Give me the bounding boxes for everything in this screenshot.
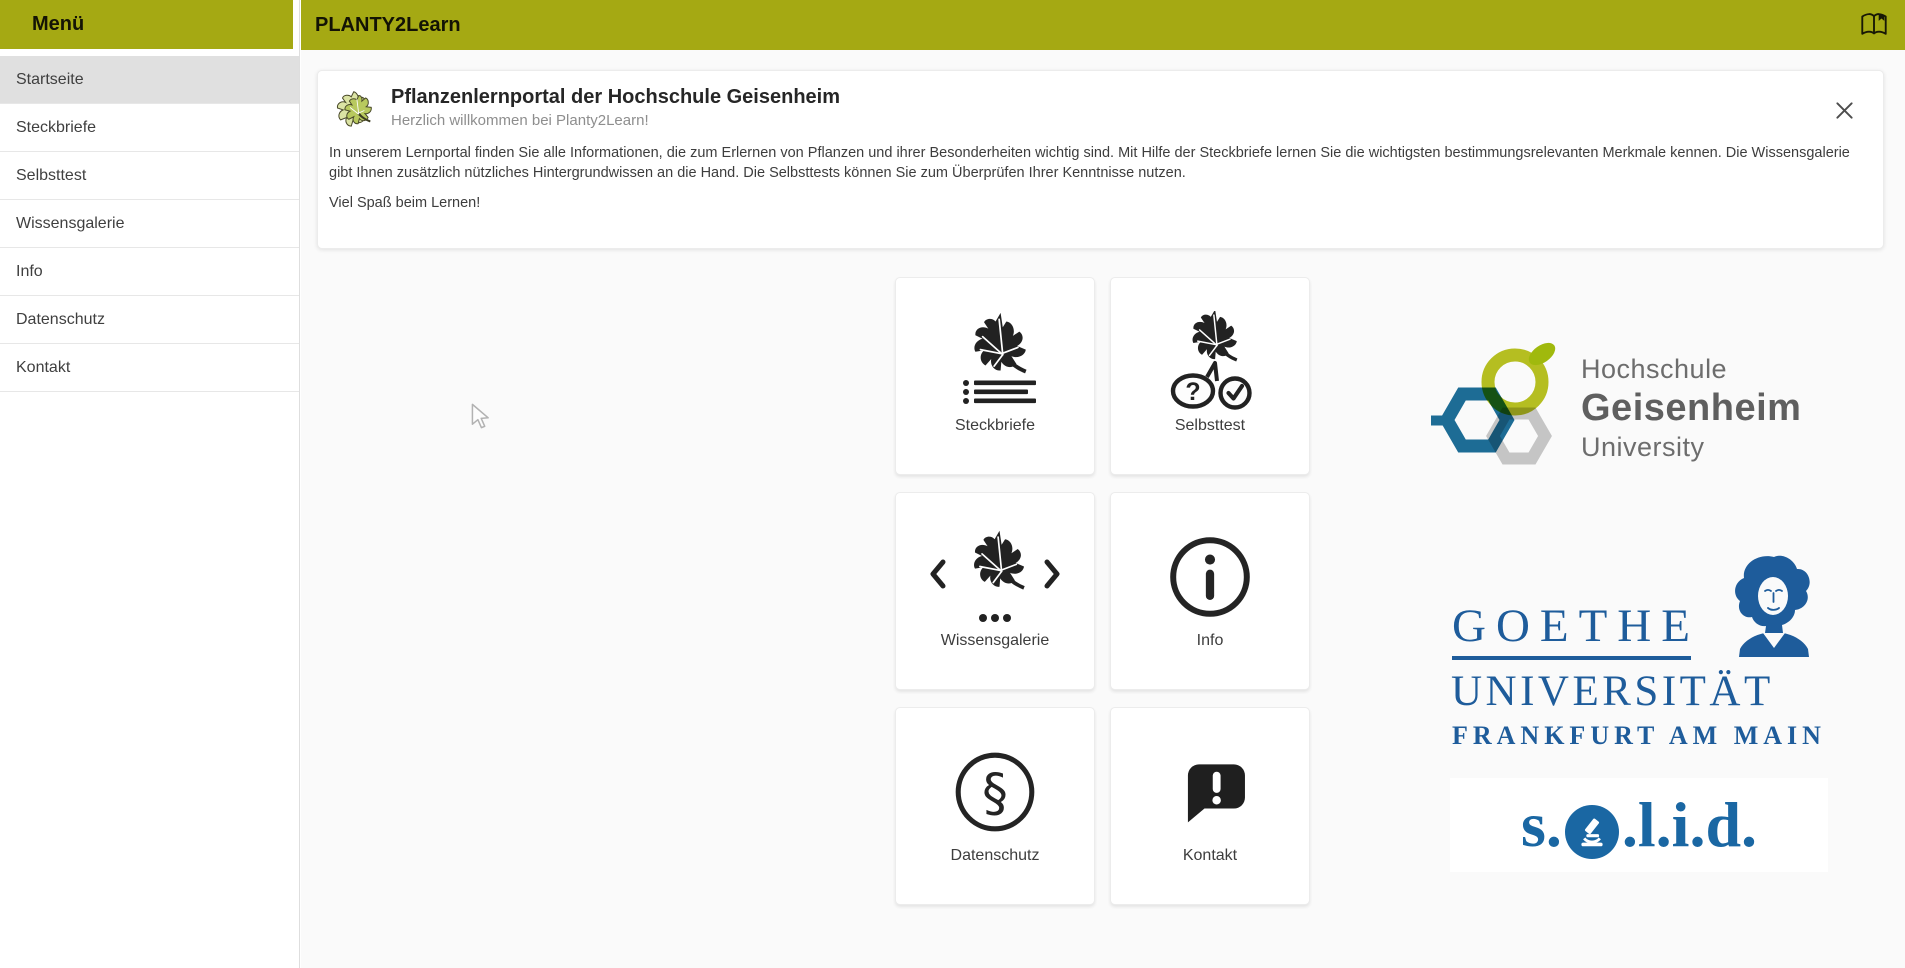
paragraph-circle-icon: § xyxy=(949,744,1041,840)
sidebar-item-label: Steckbriefe xyxy=(16,119,96,137)
sidebar-item-selbsttest[interactable]: Selbsttest xyxy=(0,152,299,200)
geisenheim-logo-line3: University xyxy=(1581,431,1801,464)
sidebar-item-startseite[interactable]: Startseite xyxy=(0,56,299,104)
solid-logo-suffix: .l.i.d. xyxy=(1622,788,1757,862)
goethe-logo-line1: GOETHE xyxy=(1452,599,1700,653)
close-icon[interactable] xyxy=(1831,97,1857,123)
tile-kontakt[interactable]: Kontakt xyxy=(1110,707,1310,905)
info-circle-icon xyxy=(1164,529,1256,625)
geisenheim-logo-line2: Geisenheim xyxy=(1581,386,1801,431)
hochschule-geisenheim-logo: Hochschule Geisenheim University xyxy=(1431,338,1801,478)
svg-text:§: § xyxy=(982,763,1008,823)
sidebar-item-label: Selbsttest xyxy=(16,167,86,185)
leaf-list-icon xyxy=(943,314,1047,410)
sidebar-item-label: Datenschutz xyxy=(16,311,105,329)
tile-grid: Steckbriefe ? Selbsttest xyxy=(895,277,1310,905)
sidebar-item-label: Kontakt xyxy=(16,359,70,377)
sidebar-item-wissensgalerie[interactable]: Wissensgalerie xyxy=(0,200,299,248)
sidebar-item-kontakt[interactable]: Kontakt xyxy=(0,344,299,392)
solid-logo-prefix: s. xyxy=(1521,788,1562,862)
tile-steckbriefe[interactable]: Steckbriefe xyxy=(895,277,1095,475)
menu-header-label: Menü xyxy=(32,13,84,36)
sidebar: Menü Startseite Steckbriefe Selbsttest W… xyxy=(0,0,300,968)
goethe-portrait-icon xyxy=(1728,555,1820,657)
goethe-logo-line3: FRANKFURT AM MAIN xyxy=(1452,721,1826,751)
tile-info[interactable]: Info xyxy=(1110,492,1310,690)
goethe-logo-rule xyxy=(1452,656,1691,660)
welcome-card-header: Pflanzenlernportal der Hochschule Geisen… xyxy=(318,71,1883,130)
sidebar-item-info[interactable]: Info xyxy=(0,248,299,296)
app-bar: PLANTY2Learn xyxy=(301,0,1905,50)
tile-selbsttest[interactable]: ? Selbsttest xyxy=(1110,277,1310,475)
leaf-carousel-icon xyxy=(929,529,1061,625)
sidebar-menu-header: Menü xyxy=(0,0,293,49)
geisenheim-logo-line1: Hochschule xyxy=(1581,353,1801,386)
sidebar-item-datenschutz[interactable]: Datenschutz xyxy=(0,296,299,344)
welcome-subtitle: Herzlich willkommen bei Planty2Learn! xyxy=(391,112,840,129)
leaf-question-check-icon: ? xyxy=(1155,314,1265,410)
sidebar-item-steckbriefe[interactable]: Steckbriefe xyxy=(0,104,299,152)
tile-label: Info xyxy=(1197,632,1224,650)
speech-bubble-exclamation-icon xyxy=(1164,744,1256,840)
svg-text:?: ? xyxy=(1185,378,1200,406)
geisenheim-logo-mark xyxy=(1431,338,1565,478)
app-title: PLANTY2Learn xyxy=(315,14,461,37)
welcome-card: Pflanzenlernportal der Hochschule Geisen… xyxy=(317,70,1884,249)
tile-label: Kontakt xyxy=(1183,847,1237,865)
main-content: Pflanzenlernportal der Hochschule Geisen… xyxy=(301,50,1905,968)
welcome-title: Pflanzenlernportal der Hochschule Geisen… xyxy=(391,85,840,109)
tile-wissensgalerie[interactable]: Wissensgalerie xyxy=(895,492,1095,690)
solid-logo: s. .l.i.d. xyxy=(1450,778,1828,872)
sidebar-item-label: Wissensgalerie xyxy=(16,215,124,233)
sidebar-menu-list: Startseite Steckbriefe Selbsttest Wissen… xyxy=(0,49,299,392)
tile-datenschutz[interactable]: § Datenschutz xyxy=(895,707,1095,905)
goethe-logo-line2: UNIVERSITÄT xyxy=(1451,667,1774,716)
planty2learn-app: Menü Startseite Steckbriefe Selbsttest W… xyxy=(0,0,1905,968)
tile-label: Wissensgalerie xyxy=(941,632,1049,650)
tile-label: Selbsttest xyxy=(1175,417,1245,435)
tile-label: Steckbriefe xyxy=(955,417,1035,435)
sidebar-item-label: Info xyxy=(16,263,43,281)
mouse-cursor xyxy=(470,403,494,429)
welcome-body-text: In unserem Lernportal finden Sie alle In… xyxy=(318,130,1883,183)
welcome-closing-text: Viel Spaß beim Lernen! xyxy=(318,183,1883,211)
green-leaf-icon xyxy=(335,86,375,130)
tile-label: Datenschutz xyxy=(951,847,1040,865)
glossary-book-icon[interactable] xyxy=(1857,8,1891,42)
sidebar-item-label: Startseite xyxy=(16,71,84,89)
microscope-icon xyxy=(1565,805,1619,859)
